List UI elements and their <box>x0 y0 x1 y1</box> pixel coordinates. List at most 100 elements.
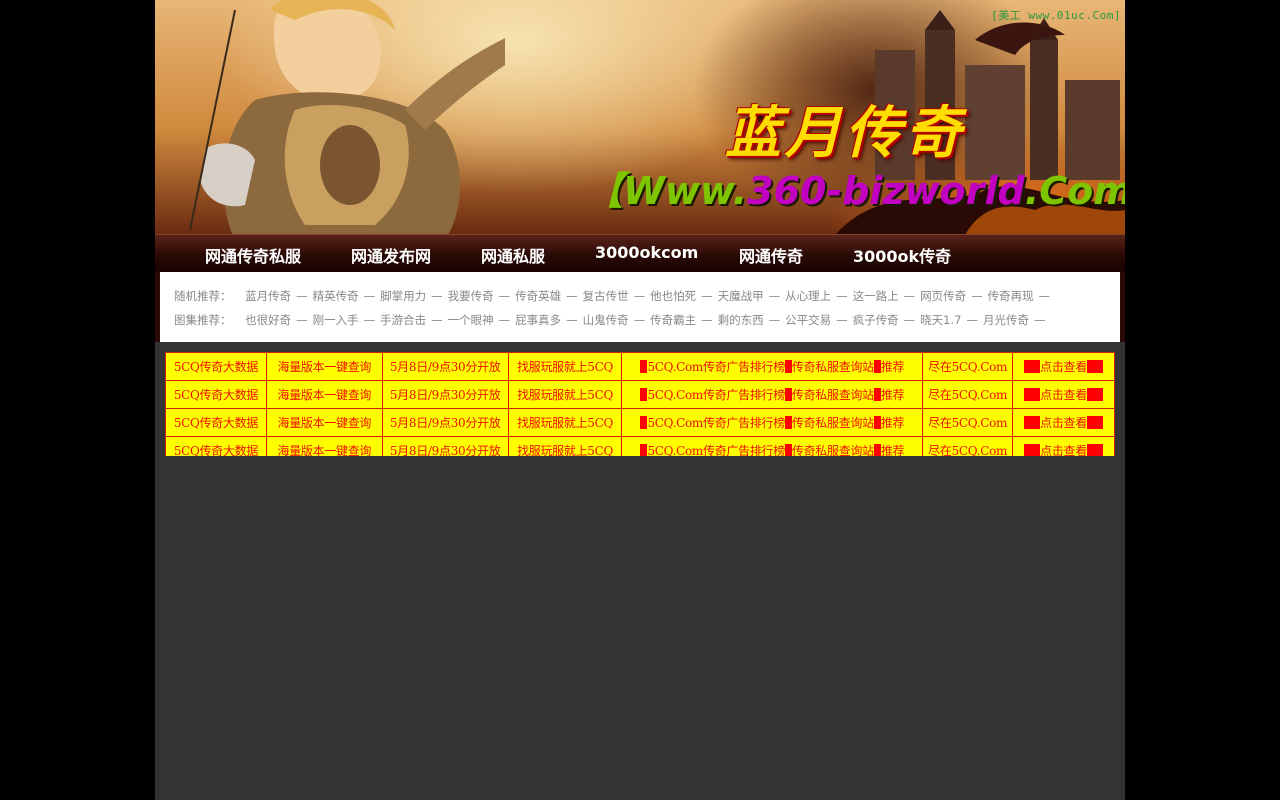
link-separator: — <box>1038 289 1051 303</box>
ad-cell-ranking[interactable]: 5CQ.Com传奇广告排行榜 传奇私服查询站 推荐 <box>621 436 924 456</box>
link-separator: — <box>363 313 376 327</box>
site-logo-title: 蓝月传奇 <box>725 100 965 166</box>
random-recommend-link[interactable]: 天魔战甲 <box>718 289 764 303</box>
red-block-icon <box>1086 388 1103 401</box>
red-block-icon <box>784 416 792 429</box>
link-separator: — <box>296 313 308 327</box>
header-banner: [美工 www.01uc.Com] 蓝月传奇 【Www.360-bizworld… <box>155 0 1125 235</box>
ad-cell-find-server[interactable]: 找服玩服就上5CQ <box>507 380 623 409</box>
ad-cell-5cq-com[interactable]: 尽在5CQ.Com <box>922 352 1014 381</box>
ad-cell-big-data[interactable]: 5CQ传奇大数据 <box>165 380 267 409</box>
ad-cell-ranking[interactable]: 5CQ.Com传奇广告排行榜 传奇私服查询站 推荐 <box>621 380 924 409</box>
link-separator: — <box>836 289 848 303</box>
link-separator: — <box>296 289 308 303</box>
ad-cell-open-time[interactable]: 5月8日/9点30分开放 <box>381 380 509 409</box>
ad-cell-open-time[interactable]: 5月8日/9点30分开放 <box>381 408 509 437</box>
ad-cell-version-query[interactable]: 海量版本一键查询 <box>265 352 383 381</box>
warrior-illustration <box>189 0 505 235</box>
ad-row: 5CQ传奇大数据 海量版本一键查询 5月8日/9点30分开放 找服玩服就上5CQ 5CQ… <box>165 408 1115 437</box>
logo-url-domain: 360-bizworld <box>747 169 1025 213</box>
album-recommend-link[interactable]: 山鬼传奇 <box>583 313 629 327</box>
ad-cell-5cq-com[interactable]: 尽在5CQ.Com <box>922 380 1014 409</box>
nav-item-wangtong-chuanqi[interactable]: 网通传奇 <box>739 243 803 267</box>
random-recommend-link[interactable]: 这一路上 <box>853 289 899 303</box>
red-block-icon <box>1024 388 1041 401</box>
link-separator: — <box>363 289 376 303</box>
ad-cell-version-query[interactable]: 海量版本一键查询 <box>265 408 383 437</box>
red-block-icon <box>1086 416 1103 429</box>
album-recommend-link[interactable]: 也很好奇 <box>245 313 291 327</box>
album-recommend-link[interactable]: 传奇霸主 <box>650 313 696 327</box>
ad-cell-text: 5CQ.Com传奇广告排行榜 传奇私服查询站 推荐 <box>647 444 905 456</box>
nav-item-wangtong-sifu[interactable]: 网通私服 <box>481 243 545 267</box>
nav-item-3000okcom[interactable]: 3000okcom <box>595 243 698 262</box>
link-separator: — <box>566 289 578 303</box>
ad-cell-ranking[interactable]: 5CQ.Com传奇广告排行榜 传奇私服查询站 推荐 <box>621 408 924 437</box>
album-recommend-link[interactable]: 一个眼神 <box>448 313 494 327</box>
random-recommend-link[interactable]: 我要传奇 <box>448 289 494 303</box>
random-recommend-link[interactable]: 蓝月传奇 <box>245 289 291 303</box>
ad-cell-version-query[interactable]: 海量版本一键查询 <box>265 436 383 456</box>
random-recommend-link[interactable]: 传奇再现 <box>988 289 1034 303</box>
link-separator: — <box>903 289 916 303</box>
ad-cell-open-time[interactable]: 5月8日/9点30分开放 <box>381 352 509 381</box>
ad-cell-big-data[interactable]: 5CQ传奇大数据 <box>165 408 267 437</box>
nav-item-wangtong-fabuwang[interactable]: 网通发布网 <box>351 243 431 267</box>
ad-cell-big-data[interactable]: 5CQ传奇大数据 <box>165 352 267 381</box>
red-block-icon <box>784 388 792 401</box>
nav-item-3000ok-chuanqi[interactable]: 3000ok传奇 <box>853 243 951 267</box>
random-recommend-link[interactable]: 他也怕死 <box>650 289 696 303</box>
album-recommend-link[interactable]: 剩的东西 <box>718 313 764 327</box>
red-block-icon <box>873 388 881 401</box>
link-separator: — <box>966 313 978 327</box>
album-recommend-label: 图集推荐： <box>174 313 232 327</box>
album-recommend-link[interactable]: 疯子传奇 <box>853 313 899 327</box>
ad-row: 5CQ传奇大数据 海量版本一键查询 5月8日/9点30分开放 找服玩服就上5CQ 5CQ… <box>165 352 1115 381</box>
red-block-icon <box>1086 360 1103 373</box>
ad-cell-ranking[interactable]: 5CQ.Com传奇广告排行榜 传奇私服查询站 推荐 <box>621 352 924 381</box>
ad-table-wrap: 5CQ传奇大数据 海量版本一键查询 5月8日/9点30分开放 找服玩服就上5CQ 5CQ… <box>165 352 1115 456</box>
ad-row: 5CQ传奇大数据 海量版本一键查询 5月8日/9点30分开放 找服玩服就上5CQ 5CQ… <box>165 436 1115 456</box>
ad-cell-5cq-com[interactable]: 尽在5CQ.Com <box>922 436 1014 456</box>
red-block-icon <box>784 360 792 373</box>
random-recommend-link[interactable]: 精英传奇 <box>313 289 359 303</box>
ad-cell-open-time[interactable]: 5月8日/9点30分开放 <box>381 436 509 456</box>
red-block-icon <box>1024 360 1041 373</box>
album-recommend-link[interactable]: 晓天1.7 <box>920 313 961 327</box>
album-recommend-row: 图集推荐： 也很好奇 — 刚一入手 — 手游合击 — 一个眼神 — 屁事真多 — 山鬼传奇 — 传奇霸主… <box>174 312 1050 328</box>
red-block-icon <box>873 416 881 429</box>
ad-cell-big-data[interactable]: 5CQ传奇大数据 <box>165 436 267 456</box>
ad-cell-click-view[interactable]: 点击查看 <box>1012 352 1115 381</box>
link-separator: — <box>768 289 781 303</box>
album-recommend-link[interactable]: 刚一入手 <box>313 313 359 327</box>
ad-cell-click-view[interactable]: 点击查看 <box>1012 436 1115 456</box>
link-separator: — <box>633 289 646 303</box>
random-recommend-link[interactable]: 从心理上 <box>785 289 831 303</box>
ad-cell-click-view[interactable]: 点击查看 <box>1012 380 1115 409</box>
link-separator: — <box>633 313 646 327</box>
random-recommend-link[interactable]: 传奇英雄 <box>515 289 561 303</box>
nav-item-wangtong-chuanqi-sifu[interactable]: 网通传奇私服 <box>205 243 301 267</box>
ad-cell-text: 5CQ.Com传奇广告排行榜 传奇私服查询站 推荐 <box>647 360 905 374</box>
album-recommend-link[interactable]: 手游合击 <box>380 313 426 327</box>
ad-cell-5cq-com[interactable]: 尽在5CQ.Com <box>922 408 1014 437</box>
ad-cell-find-server[interactable]: 找服玩服就上5CQ <box>507 408 623 437</box>
ad-cell-click-view[interactable]: 点击查看 <box>1012 408 1115 437</box>
album-recommend-link[interactable]: 公平交易 <box>785 313 831 327</box>
red-block-icon <box>1024 444 1041 456</box>
link-separator: — <box>431 313 443 327</box>
ad-table: 5CQ传奇大数据 海量版本一键查询 5月8日/9点30分开放 找服玩服就上5CQ 5CQ… <box>165 352 1115 456</box>
random-recommend-link[interactable]: 网页传奇 <box>920 289 966 303</box>
random-recommend-link[interactable]: 脚掌用力 <box>380 289 426 303</box>
ad-cell-text: 5CQ.Com传奇广告排行榜 传奇私服查询站 推荐 <box>647 388 905 402</box>
red-block-icon <box>873 444 881 456</box>
ad-row: 5CQ传奇大数据 海量版本一键查询 5月8日/9点30分开放 找服玩服就上5CQ 5CQ… <box>165 380 1115 409</box>
ad-cell-version-query[interactable]: 海量版本一键查询 <box>265 380 383 409</box>
album-recommend-link[interactable]: 月光传奇 <box>983 313 1029 327</box>
site-logo-url: 【Www.360-bizworld.Com】 <box>585 160 1125 215</box>
random-recommend-link[interactable]: 复古传世 <box>583 289 629 303</box>
ad-cell-find-server[interactable]: 找服玩服就上5CQ <box>507 436 623 456</box>
album-recommend-link[interactable]: 屁事真多 <box>515 313 561 327</box>
link-separator: — <box>498 313 511 327</box>
ad-cell-find-server[interactable]: 找服玩服就上5CQ <box>507 352 623 381</box>
